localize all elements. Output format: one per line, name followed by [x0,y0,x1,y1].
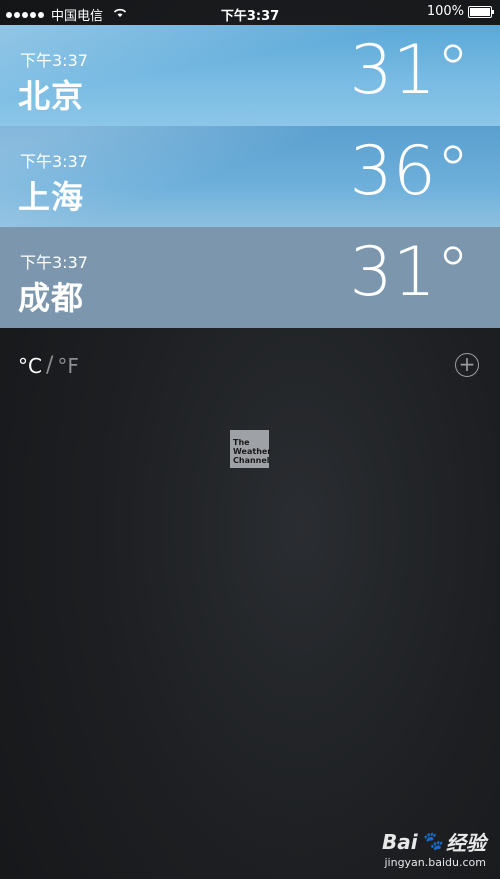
logo-line: Channel [233,456,270,465]
battery-icon [468,5,494,18]
city-name: 北京 [18,77,85,115]
paw-icon: 🐾 [420,831,443,852]
watermark-url: jingyan.baidu.com [384,856,486,869]
city-temperature: 31° [349,31,470,110]
watermark-brand: Bai 🐾 经验 [382,827,486,856]
status-time: 下午3:37 [220,9,280,24]
battery-fill [470,7,490,16]
status-bar: 中国电信 下午3:37 100% [0,0,500,26]
fahrenheit-option[interactable]: °F [57,354,79,378]
logo-line: The [233,438,250,447]
city-temperature: 31° [349,233,470,312]
city-temperature: 36° [349,132,470,211]
city-name: 上海 [18,178,85,216]
celsius-option[interactable]: °C [18,354,42,378]
plus-icon: + [458,352,476,376]
city-name: 成都 [18,279,85,317]
battery-percent: 100% [426,4,464,19]
city-time: 下午3:37 [20,253,88,272]
city-row-shanghai[interactable]: 下午3:37 上海 36° [0,126,500,227]
status-right: 100% [426,4,494,19]
baidu-watermark: Bai 🐾 经验 jingyan.baidu.com [382,827,486,870]
brand-text: Bai [381,829,418,854]
unit-separator: / [45,353,54,378]
city-time: 下午3:37 [20,152,88,171]
weather-channel-logo[interactable]: The Weather Channel [230,430,272,468]
add-city-button[interactable]: + [455,353,479,377]
city-row-chengdu[interactable]: 下午3:37 成都 31° [0,227,500,328]
logo-line: Weather [233,447,272,456]
unit-toggle[interactable]: °C / °F [18,353,79,378]
city-time: 下午3:37 [20,51,88,70]
brand-text-2: 经验 [446,831,486,855]
city-row-beijing[interactable]: 下午3:37 北京 31° [0,25,500,126]
